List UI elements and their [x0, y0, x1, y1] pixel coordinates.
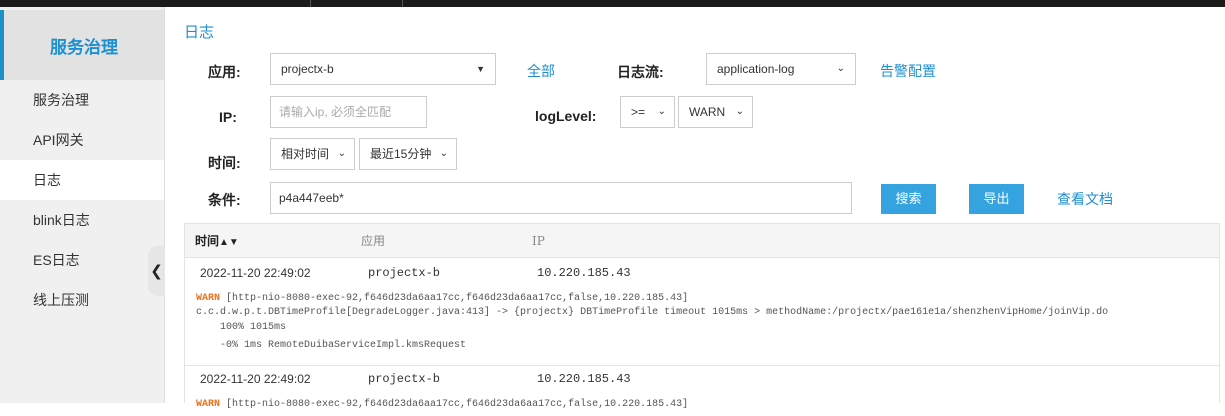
- stream-select-value: application-log: [717, 62, 795, 76]
- app-select-value: projectx-b: [281, 62, 334, 76]
- ip-input[interactable]: [270, 96, 427, 128]
- time-mode-select[interactable]: 相对时间 ⌄: [270, 138, 355, 170]
- time-range-select[interactable]: 最近15分钟 ⌄: [359, 138, 457, 170]
- chevron-down-icon: ⌄: [735, 106, 744, 117]
- main-content: 日志 应用: projectx-b ▼ 全部 日志流: application-…: [165, 7, 1220, 410]
- stream-label: 日志流:: [617, 64, 664, 80]
- log-message: WARN [http-nio-8080-exec-92,f646d23da6aa…: [196, 292, 688, 306]
- sidebar-collapse-button[interactable]: ❮: [148, 246, 165, 296]
- sidebar-item-es-logs[interactable]: ES日志: [0, 240, 164, 280]
- ip-label: IP:: [219, 109, 237, 125]
- loglevel-select[interactable]: WARN ⌄: [678, 96, 753, 128]
- row-app: projectx-b: [368, 372, 441, 386]
- column-header-time-label: 时间: [195, 234, 220, 248]
- table-row[interactable]: 2022-11-20 22:49:02 projectx-b 10.220.18…: [185, 366, 1219, 416]
- alert-config-link[interactable]: 告警配置: [880, 61, 936, 81]
- sort-arrows-icon[interactable]: ▲▼: [219, 237, 239, 248]
- row-time: 2022-11-20 22:49:02: [200, 266, 311, 280]
- chevron-down-icon: ⌄: [657, 106, 666, 117]
- export-button[interactable]: 导出: [969, 184, 1024, 214]
- column-header-app: 应用: [361, 234, 386, 248]
- column-header-ip: IP: [532, 234, 545, 248]
- caret-down-icon: ▼: [476, 64, 485, 74]
- top-bar: [0, 0, 1225, 7]
- loglevel-label: logLevel:: [535, 108, 597, 124]
- page-title: 日志: [184, 24, 215, 41]
- row-ip: 10.220.185.43: [537, 266, 631, 280]
- chevron-down-icon: ⌄: [439, 148, 448, 159]
- sidebar-item-blink-logs[interactable]: blink日志: [0, 200, 164, 240]
- time-range-value: 最近15分钟: [370, 147, 432, 161]
- log-thread-info: [http-nio-8080-exec-92,f646d23da6aa17cc,…: [220, 399, 689, 410]
- column-header-time[interactable]: 时间▲▼: [195, 224, 239, 260]
- log-table: 时间▲▼ 应用 IP 2022-11-20 22:49:02 projectx-…: [184, 223, 1220, 410]
- view-docs-link[interactable]: 查看文档: [1057, 189, 1113, 209]
- time-mode-value: 相对时间: [281, 147, 330, 161]
- table-header: 时间▲▼ 应用 IP: [185, 224, 1219, 258]
- stream-select[interactable]: application-log ⌄: [706, 53, 856, 85]
- table-row[interactable]: 2022-11-20 22:49:02 projectx-b 10.220.18…: [185, 258, 1219, 366]
- row-ip: 10.220.185.43: [537, 372, 631, 386]
- condition-input[interactable]: [270, 182, 852, 214]
- top-bar-divider: [310, 0, 311, 7]
- sidebar-item-api-gateway[interactable]: API网关: [0, 120, 164, 160]
- top-bar-divider: [402, 0, 403, 7]
- chevron-left-icon: ❮: [150, 263, 163, 280]
- log-level-badge: WARN: [196, 399, 221, 410]
- row-app: projectx-b: [368, 266, 441, 280]
- sidebar: 服务治理 服务治理 API网关 日志 blink日志 ES日志 线上压测: [0, 7, 165, 403]
- sidebar-item-service-governance[interactable]: 服务治理: [0, 80, 164, 120]
- sidebar-item-logs[interactable]: 日志: [0, 160, 164, 200]
- time-label: 时间:: [208, 155, 241, 171]
- row-time: 2022-11-20 22:49:02: [200, 372, 311, 386]
- chevron-down-icon: ⌄: [836, 63, 845, 74]
- app-label: 应用:: [208, 64, 241, 80]
- operator-value: >=: [631, 105, 646, 119]
- loglevel-value: WARN: [689, 105, 726, 119]
- chevron-down-icon: ⌄: [337, 148, 346, 159]
- all-apps-link[interactable]: 全部: [527, 61, 555, 81]
- condition-label: 条件:: [208, 192, 241, 208]
- app-select[interactable]: projectx-b ▼: [270, 53, 496, 85]
- log-message-line: -0% 1ms RemoteDuibaServiceImpl.kmsReques…: [196, 340, 467, 351]
- loglevel-operator-select[interactable]: >= ⌄: [620, 96, 675, 128]
- search-button[interactable]: 搜索: [881, 184, 936, 214]
- log-message-line: 100% 1015ms: [196, 322, 287, 333]
- log-message: WARN [http-nio-8080-exec-92,f646d23da6aa…: [196, 398, 688, 412]
- log-message-line: c.c.d.w.p.t.DBTimeProfile[DegradeLogger.…: [196, 307, 1109, 318]
- sidebar-brand[interactable]: 服务治理: [0, 10, 164, 80]
- log-level-badge: WARN: [196, 293, 221, 304]
- sidebar-item-load-test[interactable]: 线上压测: [0, 280, 164, 320]
- log-thread-info: [http-nio-8080-exec-92,f646d23da6aa17cc,…: [220, 293, 689, 304]
